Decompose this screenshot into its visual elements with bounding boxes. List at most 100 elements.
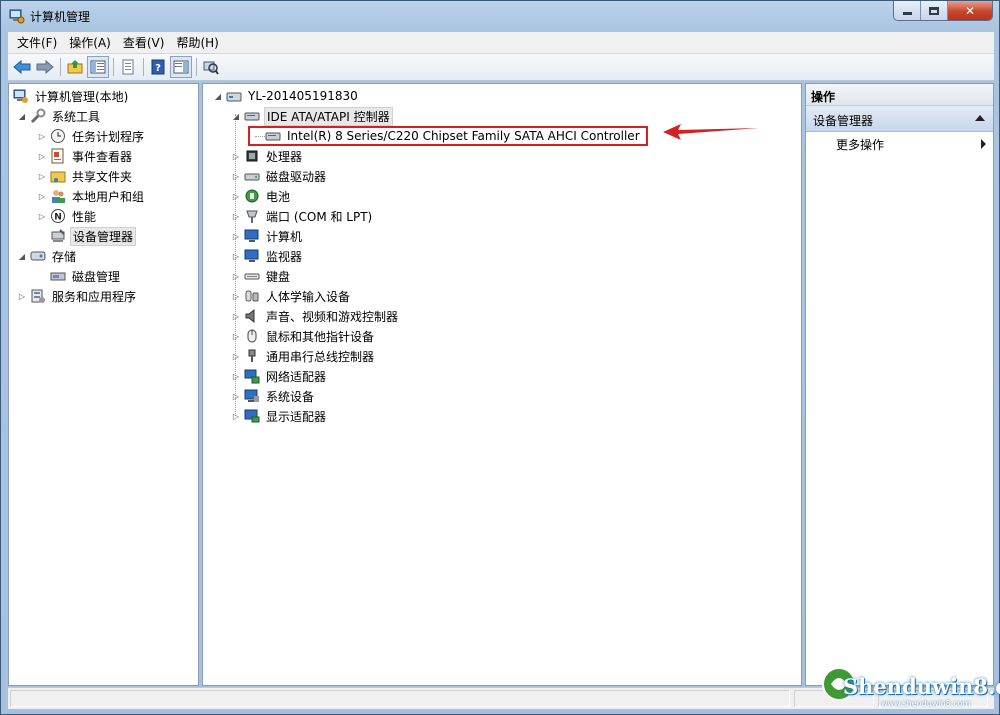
collapsed-triangle-icon[interactable]: ▷ xyxy=(231,271,241,281)
collapsed-triangle-icon[interactable]: ▷ xyxy=(231,191,241,201)
navigation-tree-pane[interactable]: 计算机管理(本地) ◢ 系统工具 ▷ 任务计划程序 ▷ 事件查看器 ▷ 共享文件… xyxy=(8,83,199,686)
collapsed-triangle-icon[interactable]: ▷ xyxy=(231,391,241,401)
device-category-label: 鼠标和其他指针设备 xyxy=(266,329,375,344)
tree-item-disk-management[interactable]: 磁盘管理 xyxy=(50,266,122,286)
collapsed-triangle-icon[interactable]: ▷ xyxy=(231,371,241,381)
tree-item-performance[interactable]: ▷ N 性能 xyxy=(37,206,98,226)
collapsed-triangle-icon[interactable]: ▷ xyxy=(231,231,241,241)
device-category-disk-drives[interactable]: ▷ 磁盘驱动器 xyxy=(231,166,328,186)
device-category-label: 键盘 xyxy=(266,269,291,284)
back-button[interactable] xyxy=(11,56,33,78)
device-category-usb[interactable]: ▷ 通用串行总线控制器 xyxy=(231,346,376,366)
collapsed-triangle-icon[interactable]: ▷ xyxy=(37,171,47,181)
collapsed-triangle-icon[interactable]: ▷ xyxy=(231,351,241,361)
watermark-text: Shenduwin8.com xyxy=(843,674,1000,699)
tree-item-storage[interactable]: ◢ 存储 xyxy=(17,246,78,266)
toolbar-separator xyxy=(143,58,144,76)
device-category-keyboards[interactable]: ▷ 键盘 xyxy=(231,266,292,286)
device-tree-pane[interactable]: ◢ YL-201405191830 ◢ IDE ATA/ATAPI 控制器 In… xyxy=(202,83,802,686)
device-category-mice[interactable]: ▷ 鼠标和其他指针设备 xyxy=(231,326,376,346)
tree-item-task-scheduler[interactable]: ▷ 任务计划程序 xyxy=(37,126,146,146)
device-category-system[interactable]: ▷ 系统设备 xyxy=(231,386,316,406)
collapsed-triangle-icon[interactable]: ▷ xyxy=(231,151,241,161)
menu-help[interactable]: 帮助(H) xyxy=(170,34,224,52)
forward-button[interactable] xyxy=(34,56,56,78)
submenu-arrow-icon xyxy=(981,139,986,149)
help-button[interactable]: ? xyxy=(147,56,169,78)
device-category-label: 显示适配器 xyxy=(266,409,327,424)
device-category-sound[interactable]: ▷ 声音、视频和游戏控制器 xyxy=(231,306,400,326)
performance-icon: N xyxy=(51,209,65,223)
mouse-icon xyxy=(247,329,257,343)
expanded-triangle-icon[interactable]: ◢ xyxy=(17,251,27,261)
hid-icon xyxy=(245,290,259,302)
device-category-ports[interactable]: ▷ 端口 (COM 和 LPT) xyxy=(231,206,374,226)
tree-label: 存储 xyxy=(52,249,77,264)
tree-item-local-users[interactable]: ▷ 本地用户和组 xyxy=(37,186,146,206)
tree-item-event-viewer[interactable]: ▷ 事件查看器 xyxy=(37,146,134,166)
device-category-display[interactable]: ▷ 显示适配器 xyxy=(231,406,328,426)
title-bar[interactable]: 计算机管理 ✕ xyxy=(1,1,999,31)
show-action-pane-button[interactable] xyxy=(170,56,192,78)
properties-icon xyxy=(122,59,134,75)
tree-item-shared-folders[interactable]: ▷ 共享文件夹 xyxy=(37,166,134,186)
tree-item-device-manager[interactable]: 设备管理器 xyxy=(50,226,137,246)
collapsed-triangle-icon[interactable]: ▷ xyxy=(231,311,241,321)
device-category-battery[interactable]: ▷ 电池 xyxy=(231,186,292,206)
tree-label: 服务和应用程序 xyxy=(52,289,137,304)
tree-label: 共享文件夹 xyxy=(72,169,133,184)
collapsed-triangle-icon[interactable]: ▷ xyxy=(231,251,241,261)
device-tree-root[interactable]: ◢ YL-201405191830 xyxy=(213,86,360,106)
tree-item-system-tools[interactable]: ◢ 系统工具 xyxy=(17,106,102,126)
users-icon xyxy=(52,190,65,203)
collapsed-triangle-icon[interactable]: ▷ xyxy=(37,151,47,161)
status-segment xyxy=(10,690,790,707)
tree-label: 磁盘管理 xyxy=(72,269,121,284)
menu-action[interactable]: 操作(A) xyxy=(63,34,117,52)
actions-group-device-manager[interactable]: 设备管理器 xyxy=(806,106,993,132)
collapsed-triangle-icon[interactable]: ▷ xyxy=(37,191,47,201)
collapse-up-icon[interactable] xyxy=(975,115,985,121)
collapsed-triangle-icon[interactable]: ▷ xyxy=(231,291,241,301)
tree-label: 任务计划程序 xyxy=(72,129,145,144)
speaker-icon xyxy=(245,308,255,324)
expanded-triangle-icon[interactable]: ◢ xyxy=(213,91,223,101)
collapsed-triangle-icon[interactable]: ▷ xyxy=(231,411,241,421)
collapsed-triangle-icon[interactable]: ▷ xyxy=(231,211,241,221)
menu-bar: 文件(F) 操作(A) 查看(V) 帮助(H) xyxy=(8,32,994,54)
minimize-button[interactable] xyxy=(894,1,921,20)
menu-view[interactable]: 查看(V) xyxy=(117,34,171,52)
actions-pane: 操作 设备管理器 更多操作 xyxy=(805,83,994,686)
tree-label: 本地用户和组 xyxy=(72,189,145,204)
device-category-ide[interactable]: ◢ IDE ATA/ATAPI 控制器 xyxy=(231,106,393,126)
expanded-triangle-icon[interactable]: ◢ xyxy=(231,111,241,121)
properties-button[interactable] xyxy=(117,56,139,78)
annotation-highlight-box xyxy=(248,126,648,146)
collapsed-triangle-icon[interactable]: ▷ xyxy=(17,291,27,301)
device-category-network[interactable]: ▷ 网络适配器 xyxy=(231,366,328,386)
processor-icon xyxy=(246,150,258,162)
tree-label: 系统工具 xyxy=(52,109,101,124)
device-category-monitors[interactable]: ▷ 监视器 xyxy=(231,246,304,266)
storage-icon xyxy=(30,251,46,261)
show-hide-tree-button[interactable] xyxy=(87,56,109,78)
more-actions-item[interactable]: 更多操作 xyxy=(836,136,884,153)
tree-item-services-apps[interactable]: ▷ 服务和应用程序 xyxy=(17,286,138,306)
maximize-button[interactable] xyxy=(921,1,948,20)
up-folder-button[interactable] xyxy=(64,56,86,78)
menu-file[interactable]: 文件(F) xyxy=(11,34,63,52)
collapsed-triangle-icon[interactable]: ▷ xyxy=(37,131,47,141)
close-button[interactable]: ✕ xyxy=(948,1,992,20)
collapsed-triangle-icon[interactable]: ▷ xyxy=(37,211,47,221)
expanded-triangle-icon[interactable]: ◢ xyxy=(17,111,27,121)
device-category-computer[interactable]: ▷ 计算机 xyxy=(231,226,304,246)
collapsed-triangle-icon[interactable]: ▷ xyxy=(231,171,241,181)
shared-folder-icon xyxy=(50,171,66,183)
device-category-hid[interactable]: ▷ 人体学输入设备 xyxy=(231,286,352,306)
tree-item-root[interactable]: 计算机管理(本地) xyxy=(13,86,130,106)
collapsed-triangle-icon[interactable]: ▷ xyxy=(231,331,241,341)
actions-header: 操作 xyxy=(806,84,993,106)
watermark-subtext: www.shenduwin8.com xyxy=(881,699,971,708)
device-category-processor[interactable]: ▷ 处理器 xyxy=(231,146,304,166)
scan-hardware-button[interactable] xyxy=(200,56,222,78)
